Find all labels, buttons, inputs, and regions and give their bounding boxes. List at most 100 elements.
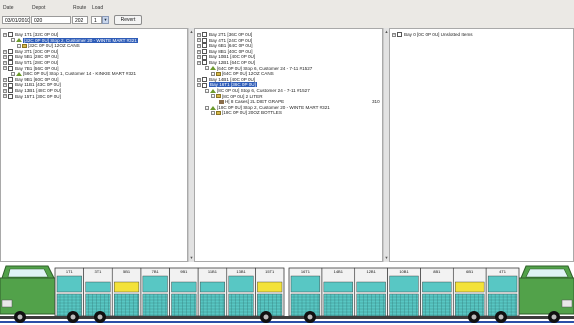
product-icon [22,43,27,48]
bay-icon [202,32,207,38]
row-label: Bay 4T1 [24C 0P 0U] [209,37,253,43]
expand-toggle-icon[interactable]: - [205,66,209,71]
expand-toggle-icon[interactable]: + [197,49,201,54]
expand-toggle-icon[interactable]: + [197,77,201,82]
chevron-down-icon: ▼ [103,17,108,22]
expand-toggle-icon[interactable]: + [197,38,201,43]
row-label: Bay 5T1 [28C 0P 0U] [15,60,59,65]
bay-icon [8,32,13,38]
expand-toggle-icon[interactable]: + [392,32,396,37]
expand-toggle-icon[interactable]: + [197,43,201,48]
bay-label: 6B1 [466,269,474,274]
product-icon [216,111,221,116]
bay-label: 14B1 [334,269,344,274]
bay-label: 4T1 [499,269,507,274]
product-row[interactable]: - [18C 0P 0U] 20OZ BOTTLES [211,110,282,116]
bay-icon [202,54,207,60]
row-label: [32C 0P 0U] 12OZ CANS [28,43,80,49]
expand-toggle-icon[interactable]: - [211,94,215,99]
truck-diagram: 1T1 3T1 5B1 7B1 9B1 11B1 13B1 15T1 16T1 14B1 12B1… [0,265,574,323]
expand-toggle-icon[interactable]: - [205,105,209,110]
unslotted-tree[interactable]: + Bay 0 [0C 0P 0U] Unslotted Items [389,28,574,262]
bay-icon [8,82,13,88]
middle-bay-tree[interactable]: + Bay 2T1 [36C 0P 0U] + Bay 4T1 [24C 0P 0U]… [194,28,383,262]
truck-load-graphic: 1T1 3T1 5B1 7B1 9B1 11B1 13B1 15T1 16T1 14B1 12B1… [0,262,574,325]
expand-toggle-icon[interactable]: + [3,88,7,93]
expand-toggle-icon[interactable]: - [211,71,215,76]
expand-toggle-icon[interactable]: - [11,38,15,43]
depot-field[interactable]: 020 [31,16,71,24]
expand-toggle-icon[interactable]: + [3,66,7,71]
bay-icon [202,49,207,55]
load-label: Load [92,5,104,11]
row-label: Bay 15T1 [30C 0P 0U] [15,93,61,99]
row-label: [64C 0P 0U] 12OZ CANS [222,71,274,77]
row-label: Bay 5B1 [28C 0P 0U] [15,54,59,60]
row-label: [8C 0P 0U] 2 LITER [222,93,263,99]
stop-icon [210,66,216,71]
expand-toggle-icon[interactable]: + [3,49,7,54]
bay-label: 8B1 [433,269,441,274]
bay-icon [8,77,13,83]
row-label: Bay 11B1 [43C 0P 0U] [15,82,61,88]
expand-toggle-icon[interactable]: + [197,60,201,65]
bay-icon [8,49,13,55]
row-label: [64C 0P 0U] Stop 6, Customer 24 - 7-11 #… [217,65,313,71]
left-bay-tree[interactable]: + Bay 1T1 [32C 0P 0U] - [32C 0P 0U] Stop 2,… [0,28,188,262]
route-field[interactable]: 202 [72,16,88,24]
date-field[interactable]: 03/01/2010 [2,16,30,24]
load-field[interactable]: 1 [91,16,102,24]
bay-label: 12B1 [366,269,376,274]
bay-label: 5B1 [123,269,131,274]
bay-icon [8,93,13,99]
toolbar: Date Depot Route Load 03/01/2010 020 202… [0,0,574,28]
expand-toggle-icon[interactable]: + [3,60,7,65]
product-icon [216,71,221,76]
row-label: Bay 8B1 [40C 0P 0U] [209,48,253,54]
right-cab [518,265,574,315]
bay-label: 16T1 [301,269,311,274]
date-label: Date [3,5,14,11]
floor-stripe [0,321,574,323]
row-label: Bay 6B1 [64C 0P 0U] [209,43,253,49]
bay-row[interactable]: + Bay 0 [0C 0P 0U] Unslotted Items [392,32,473,38]
expand-toggle-icon[interactable]: + [3,83,7,88]
expand-toggle-icon[interactable]: - [211,111,215,116]
bay-label: 3T1 [94,269,102,274]
row-label: [18C 0P 0U] Stop 2, Customer 20 - WINTE … [217,104,330,110]
expand-toggle-icon[interactable]: + [3,77,7,82]
row-label: Bay 2T1 [36C 0P 0U] [209,32,253,37]
bay-label: 9B1 [180,269,188,274]
expand-toggle-icon[interactable]: + [197,32,201,37]
expand-toggle-icon[interactable]: - [205,88,209,93]
bay-row[interactable]: + Bay 15T1 [30C 0P 0U] [3,94,61,100]
expand-toggle-icon[interactable]: - [11,71,15,76]
bay-icon [202,60,207,66]
stop-icon [210,105,216,110]
load-dropdown-button[interactable]: ▼ [102,16,109,24]
expand-toggle-icon[interactable]: + [3,32,7,37]
bay-label: 13B1 [236,269,246,274]
expand-toggle-icon[interactable]: + [197,55,201,60]
row-label: Bay 13B1 [48C 0P 0U] [15,88,62,93]
bay-label: 1T1 [66,269,74,274]
revert-button[interactable]: Revert [114,15,142,25]
row-label: [18C 0P 0U] 20OZ BOTTLES [222,110,282,116]
expand-toggle-icon[interactable]: + [3,94,7,99]
expand-toggle-icon[interactable]: + [197,83,201,88]
row-label: Bay 14B1 [40C 0P 0U] [209,76,256,82]
bay-icon [8,60,13,66]
bay-icon [202,43,207,49]
row-label: Bay 0 [0C 0P 0U] Unslotted Items [404,32,473,37]
row-label: Bay 3T1 [20C 0P 0U] [15,48,59,54]
row-label: H[ 8 Cases] 2L DIET GRAPE [225,99,285,105]
left-cab [0,265,56,315]
row-label: Bay 12B1 [64C 0P 0U] [209,60,256,65]
expand-toggle-icon[interactable]: - [17,43,21,48]
row-label: Bay 9B1 [60C 0P 0U] [15,76,59,82]
row-label: Bay 16T1 [36C 0P 0U] [209,82,257,88]
stop-icon [16,38,22,43]
bay-icon [8,65,13,71]
bay-label: 7B1 [152,269,160,274]
expand-toggle-icon[interactable]: + [3,55,7,60]
